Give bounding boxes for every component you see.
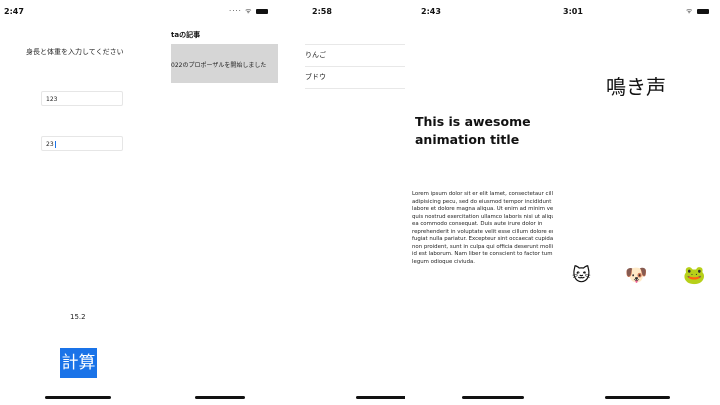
body-text: Lorem ipsum dolor sit er elit lamet, con…	[412, 191, 553, 265]
bmi-screen: 2:47 身長と体重を入力してください 123 23 15.2 計算	[0, 0, 165, 405]
bmi-result: 15.2	[70, 313, 86, 321]
input-prompt: 身長と体重を入力してください	[26, 48, 124, 56]
animation-title: This is awesome animation title	[415, 114, 531, 147]
article-cell[interactable]: 022のプロポーザルを開始しました	[171, 44, 278, 83]
height-field[interactable]: 123	[41, 91, 123, 106]
list-screen: 2:58 りんご ブドウ	[278, 0, 405, 405]
height-value: 123	[46, 96, 58, 103]
text-cursor	[54, 141, 56, 148]
cat-button[interactable]: 🐱	[572, 265, 591, 287]
status-icons: ···· ᯤ	[229, 7, 268, 16]
frog-button[interactable]: 🐸	[683, 265, 705, 287]
fruit-list: りんご ブドウ	[305, 44, 405, 89]
list-item[interactable]: りんご	[305, 44, 405, 66]
list-item-label: りんご	[305, 51, 326, 59]
nav-title: taの記事	[171, 31, 201, 39]
wifi-icon: ᯤ	[686, 7, 694, 15]
status-time: 2:43	[421, 7, 441, 16]
list-item-label: ブドウ	[305, 73, 326, 81]
status-time: 3:01	[563, 7, 583, 16]
home-indicator	[356, 396, 405, 399]
status-time: 2:47	[4, 7, 24, 16]
calculate-button[interactable]: 計算	[60, 348, 97, 378]
home-indicator	[195, 396, 245, 399]
home-indicator	[45, 396, 111, 399]
page-title: 鳴き声	[606, 75, 666, 99]
articles-screen: ···· ᯤ taの記事 022のプロポーザルを開始しました	[165, 0, 278, 405]
weight-field[interactable]: 23	[41, 136, 123, 151]
list-item[interactable]: ブドウ	[305, 66, 405, 89]
battery-icon	[696, 8, 709, 14]
article-title: 022のプロポーザルを開始しました	[171, 62, 267, 69]
home-indicator	[462, 396, 524, 399]
status-icons: ᯤ	[686, 7, 709, 16]
status-time: 2:58	[312, 7, 332, 16]
battery-icon	[255, 8, 268, 14]
animation-screen: 2:43 This is awesome animation title Lor…	[405, 0, 553, 405]
signal-dots: ···· ᯤ	[229, 7, 253, 15]
home-indicator	[605, 396, 670, 399]
sounds-screen: 3:01 ᯤ 鳴き声 🐱 🐶 🐸	[553, 0, 720, 405]
weight-value: 23	[46, 141, 54, 148]
dog-button[interactable]: 🐶	[625, 265, 647, 287]
